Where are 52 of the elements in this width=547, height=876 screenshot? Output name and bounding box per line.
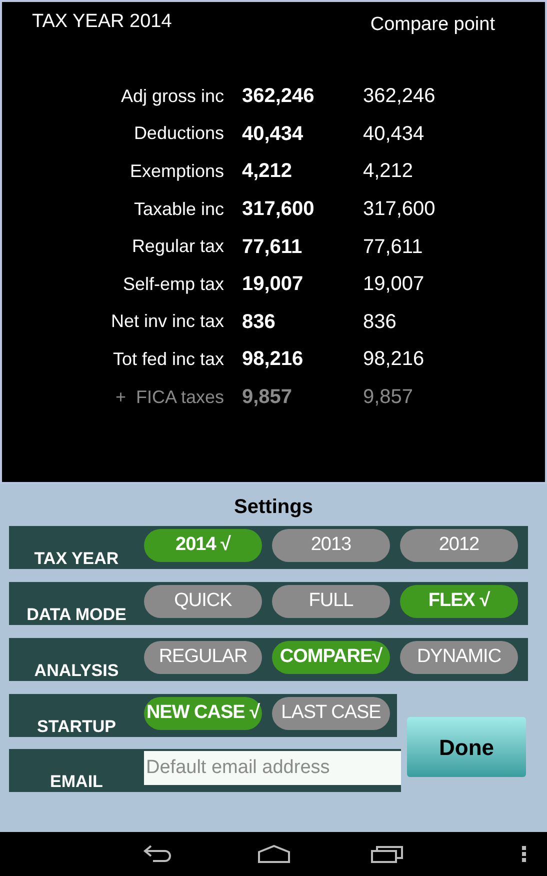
- option-button[interactable]: DYNAMIC: [400, 641, 518, 674]
- compare-value: 317,600: [363, 197, 436, 222]
- row-label: Exemptions: [130, 160, 224, 183]
- home-icon[interactable]: [257, 845, 291, 863]
- row-label: + FICA taxes: [115, 386, 224, 409]
- tax-value: 40,434: [242, 122, 304, 145]
- row-label: Regular tax: [132, 235, 224, 258]
- tax-value: 362,246: [242, 85, 314, 108]
- option-button[interactable]: FULL: [272, 585, 390, 618]
- row-label: Adj gross inc: [120, 84, 224, 108]
- option-button[interactable]: FLEX √: [400, 585, 518, 618]
- compare-heading: Compare point: [370, 13, 495, 37]
- setting-label: STARTUP: [36, 717, 117, 737]
- done-button[interactable]: Done: [407, 717, 526, 777]
- tax-value: 836: [242, 310, 276, 333]
- tax-value: 98,216: [242, 348, 304, 370]
- row-label: Self-emp tax: [122, 272, 224, 296]
- row-label: Tot fed inc tax: [112, 348, 224, 371]
- setting-label: ANALYSIS: [33, 661, 120, 681]
- setting-label: TAX YEAR: [33, 549, 120, 569]
- row-label: Deductions: [134, 122, 224, 146]
- setting-label: EMAIL: [49, 772, 104, 792]
- email-field[interactable]: Default email address: [144, 751, 401, 785]
- option-button[interactable]: QUICK: [144, 585, 262, 618]
- compare-value: 836: [363, 310, 396, 335]
- tax-value: 19,007: [242, 273, 304, 296]
- option-button[interactable]: NEW CASE √: [144, 697, 262, 730]
- more-options-icon[interactable]: [522, 846, 526, 862]
- option-button[interactable]: 2014 √: [144, 529, 262, 562]
- recent-apps-icon[interactable]: [371, 845, 403, 863]
- back-icon[interactable]: [143, 845, 173, 863]
- row-label: Taxable inc: [134, 198, 224, 221]
- tax-value: 317,600: [242, 198, 314, 220]
- compare-value: 19,007: [363, 272, 424, 298]
- tax-year-title: TAX YEAR 2014: [32, 10, 172, 34]
- compare-value: 40,434: [363, 122, 424, 147]
- compare-value: 362,246: [363, 84, 436, 110]
- tax-value: 9,857: [242, 386, 292, 408]
- option-button[interactable]: REGULAR: [144, 641, 262, 674]
- option-button[interactable]: 2013: [272, 529, 390, 562]
- compare-value: 77,611: [363, 234, 423, 260]
- tax-value: 77,611: [242, 236, 302, 258]
- compare-value: 4,212: [363, 159, 414, 184]
- settings-title: Settings: [234, 495, 313, 520]
- compare-value: 98,216: [363, 347, 424, 372]
- option-button[interactable]: 2012: [400, 529, 518, 562]
- option-button[interactable]: LAST CASE: [272, 697, 390, 730]
- setting-label: DATA MODE: [26, 605, 128, 625]
- row-label: Net inv inc tax: [110, 310, 224, 334]
- option-button[interactable]: COMPARE√: [272, 641, 390, 674]
- compare-value: 9,857: [363, 385, 414, 410]
- tax-value: 4,212: [242, 160, 292, 182]
